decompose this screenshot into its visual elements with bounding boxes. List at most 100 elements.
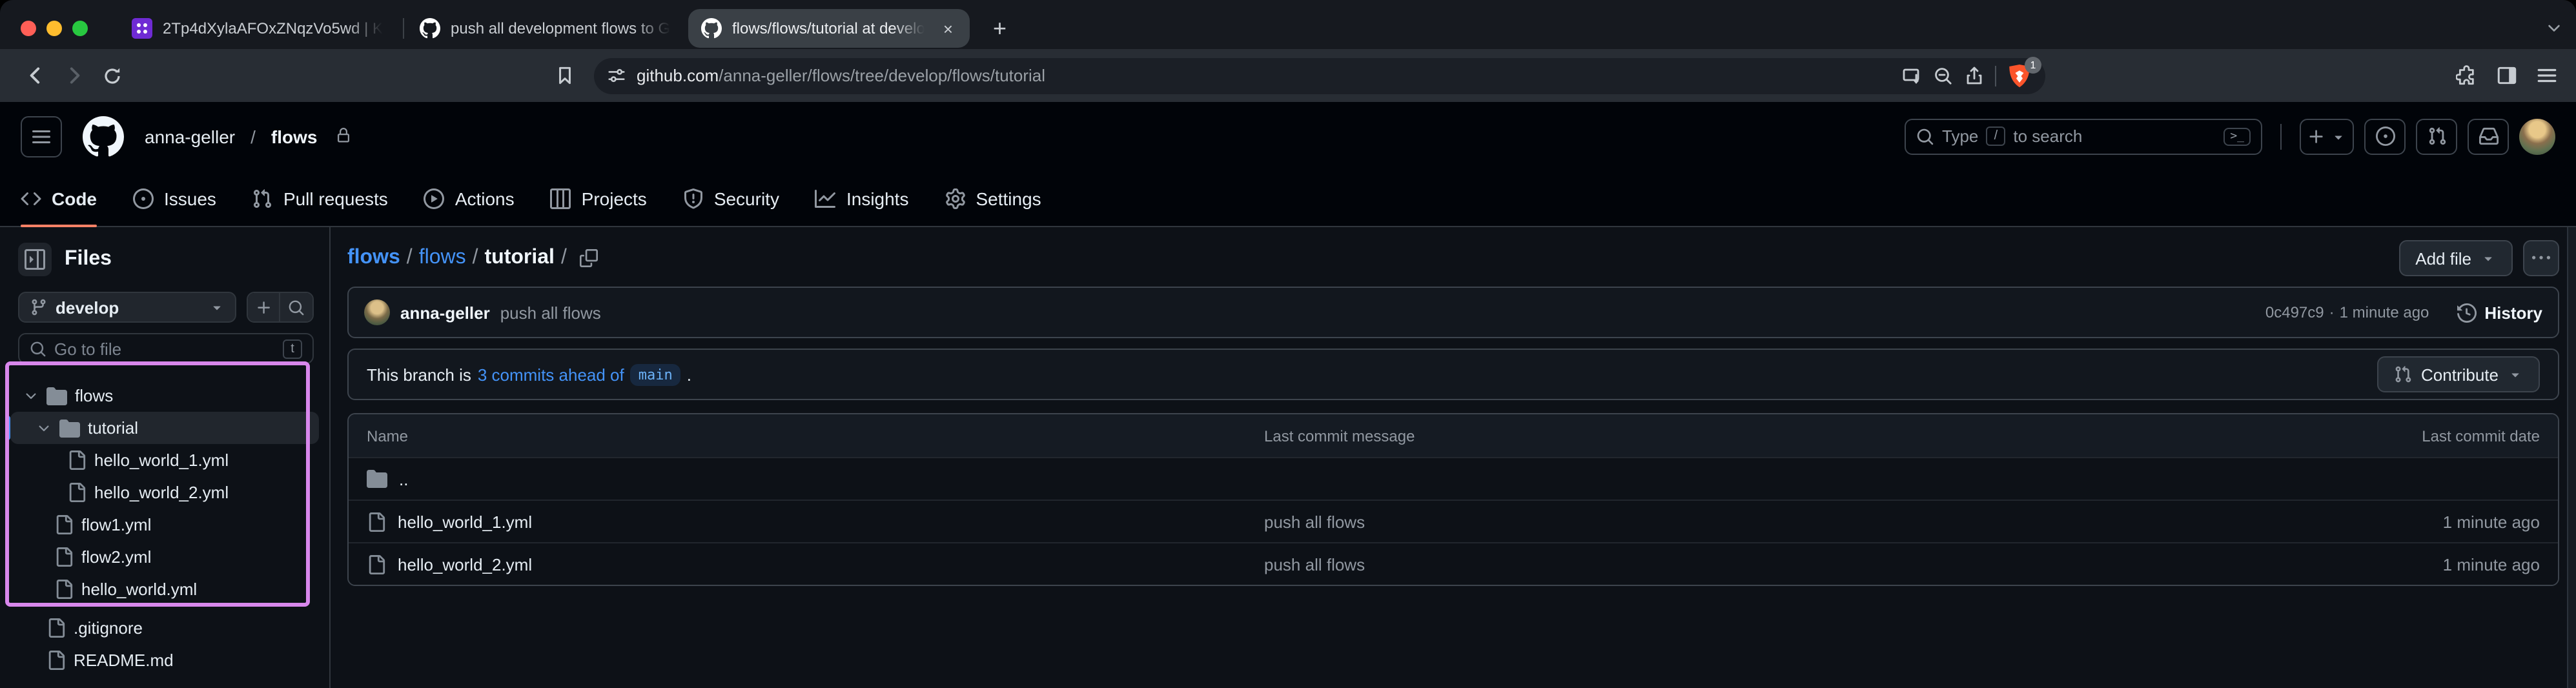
new-tab-button[interactable]: + <box>985 15 1014 42</box>
tab-insights[interactable]: Insights <box>805 170 919 226</box>
header-divider <box>2280 123 2282 149</box>
file-icon <box>67 450 87 470</box>
commit-message-link[interactable]: push all flows <box>500 303 601 322</box>
chevron-down-icon[interactable] <box>23 388 39 403</box>
tab-security[interactable]: Security <box>673 170 790 226</box>
base-branch-label[interactable]: main <box>631 363 680 385</box>
user-avatar[interactable] <box>2519 118 2555 154</box>
global-nav-menu-button[interactable] <box>21 116 62 157</box>
file-icon <box>367 512 386 531</box>
table-row[interactable]: hello_world_2.yml push all flows 1 minut… <box>349 542 2558 585</box>
repo-owner-link[interactable]: anna-geller <box>145 126 235 147</box>
chevron-down-icon[interactable] <box>36 420 52 436</box>
file-icon <box>46 618 66 638</box>
table-row-parent-dir[interactable]: .. <box>349 457 2558 500</box>
site-settings-icon[interactable] <box>607 66 626 85</box>
copy-path-icon[interactable] <box>580 247 598 270</box>
folder-icon <box>46 385 67 406</box>
tree-item-file[interactable]: hello_world_1.yml <box>10 444 319 476</box>
inbox-button[interactable] <box>2468 118 2509 154</box>
commit-author-avatar[interactable] <box>364 299 390 325</box>
command-palette-icon[interactable]: >_ <box>2223 127 2251 145</box>
brave-shield-icon[interactable]: 1 <box>2007 63 2032 88</box>
tree-item-folder[interactable]: flows <box>10 379 319 412</box>
url-text: github.com/anna-geller/flows/tree/develo… <box>637 66 1045 85</box>
tree-item-file[interactable]: .gitignore <box>10 612 319 644</box>
breadcrumb-repo-link[interactable]: flows <box>347 247 400 270</box>
file-name-link[interactable]: .. <box>399 469 408 489</box>
browser-tab-kestra[interactable]: 2Tp4dXylaAFOxZNqzVo5wd | Kest <box>119 9 400 48</box>
pull-requests-button[interactable] <box>2416 118 2457 154</box>
tab-code[interactable]: Code <box>10 170 107 226</box>
tab-issues[interactable]: Issues <box>123 170 227 226</box>
collapse-file-tree-button[interactable] <box>18 243 52 276</box>
commit-meta: 0c497c9 · 1 minute ago <box>2265 303 2429 321</box>
global-search-input[interactable]: Type / to search >_ <box>1905 118 2262 154</box>
breadcrumb-dir-link[interactable]: flows <box>419 247 466 270</box>
tab-actions[interactable]: Actions <box>414 170 525 226</box>
inbox-icon <box>2479 126 2498 146</box>
create-new-button[interactable] <box>2300 118 2354 154</box>
go-to-file-input[interactable]: Go to file t <box>18 333 314 364</box>
commit-author-link[interactable]: anna-geller <box>400 303 490 322</box>
tree-item-file[interactable]: README.md <box>10 644 319 676</box>
tree-item-folder-selected[interactable]: tutorial <box>10 412 319 444</box>
extensions-puzzle-icon[interactable] <box>2456 65 2478 86</box>
browser-tab-active[interactable]: flows/flows/tutorial at develop × <box>688 9 970 48</box>
file-table-header: Name Last commit message Last commit dat… <box>349 414 2558 457</box>
column-last-commit-date: Last commit date <box>2422 427 2540 445</box>
page-scrollbar[interactable] <box>2567 227 2576 688</box>
breadcrumb-current: tutorial <box>485 247 555 270</box>
table-row[interactable]: hello_world_1.yml push all flows 1 minut… <box>349 500 2558 542</box>
reload-button[interactable] <box>96 59 129 92</box>
file-name-link[interactable]: hello_world_1.yml <box>398 512 532 531</box>
send-to-device-icon[interactable] <box>1902 65 1923 86</box>
branch-selector[interactable]: develop <box>18 292 236 323</box>
commit-message-link[interactable]: push all flows <box>1264 512 2443 531</box>
history-button[interactable]: History <box>2457 303 2542 322</box>
contribute-button[interactable]: Contribute <box>2377 356 2540 392</box>
new-file-button[interactable] <box>248 293 280 321</box>
add-file-button[interactable]: Add file <box>2398 240 2513 276</box>
close-window-button[interactable] <box>21 21 36 36</box>
sidebar-toggle-icon[interactable] <box>2496 65 2518 86</box>
branch-ahead-notice: This branch is 3 commits ahead of main .… <box>347 349 2559 400</box>
more-options-button[interactable] <box>2523 240 2559 276</box>
shield-icon <box>683 188 704 208</box>
search-tree-button[interactable] <box>280 293 312 321</box>
tab-pull-requests[interactable]: Pull requests <box>242 170 398 226</box>
folder-icon <box>367 469 387 489</box>
browser-tab-github-pr[interactable]: push all development flows to Git <box>407 9 688 48</box>
browser-menu-icon[interactable] <box>2536 65 2558 86</box>
tab-projects[interactable]: Projects <box>540 170 657 226</box>
issues-button[interactable] <box>2364 118 2406 154</box>
notice-suffix: . <box>687 365 691 384</box>
forward-button[interactable] <box>57 59 90 92</box>
zoom-out-icon[interactable] <box>1933 65 1954 86</box>
close-tab-icon[interactable]: × <box>939 19 957 38</box>
tree-item-file[interactable]: hello_world_2.yml <box>10 476 319 509</box>
minimize-window-button[interactable] <box>46 21 62 36</box>
share-icon[interactable] <box>1964 65 1985 86</box>
address-bar[interactable]: github.com/anna-geller/flows/tree/develo… <box>594 57 2045 94</box>
tree-item-file[interactable]: flow1.yml <box>10 509 319 541</box>
tab-search-chevron-icon[interactable] <box>2545 17 2563 40</box>
file-name-link[interactable]: hello_world_2.yml <box>398 554 532 574</box>
slash-key-hint: / <box>1986 126 2005 146</box>
issue-opened-icon <box>133 188 154 208</box>
tree-item-file[interactable]: hello_world.yml <box>10 573 319 605</box>
tree-item-file[interactable]: flow2.yml <box>10 541 319 573</box>
commits-ahead-link[interactable]: 3 commits ahead of <box>478 365 624 384</box>
plus-icon <box>255 299 272 316</box>
bookmark-icon[interactable] <box>547 59 581 92</box>
github-logo-icon[interactable] <box>83 116 124 157</box>
search-placeholder-suffix: to search <box>2013 126 2082 146</box>
breadcrumb-separator: / <box>250 126 256 147</box>
git-pull-request-icon <box>252 188 273 208</box>
back-button[interactable] <box>18 59 52 92</box>
tab-settings[interactable]: Settings <box>934 170 1051 226</box>
maximize-window-button[interactable] <box>72 21 88 36</box>
repo-name-link[interactable]: flows <box>271 126 318 147</box>
commit-message-link[interactable]: push all flows <box>1264 554 2443 574</box>
commit-sha[interactable]: 0c497c9 <box>2265 303 2324 321</box>
